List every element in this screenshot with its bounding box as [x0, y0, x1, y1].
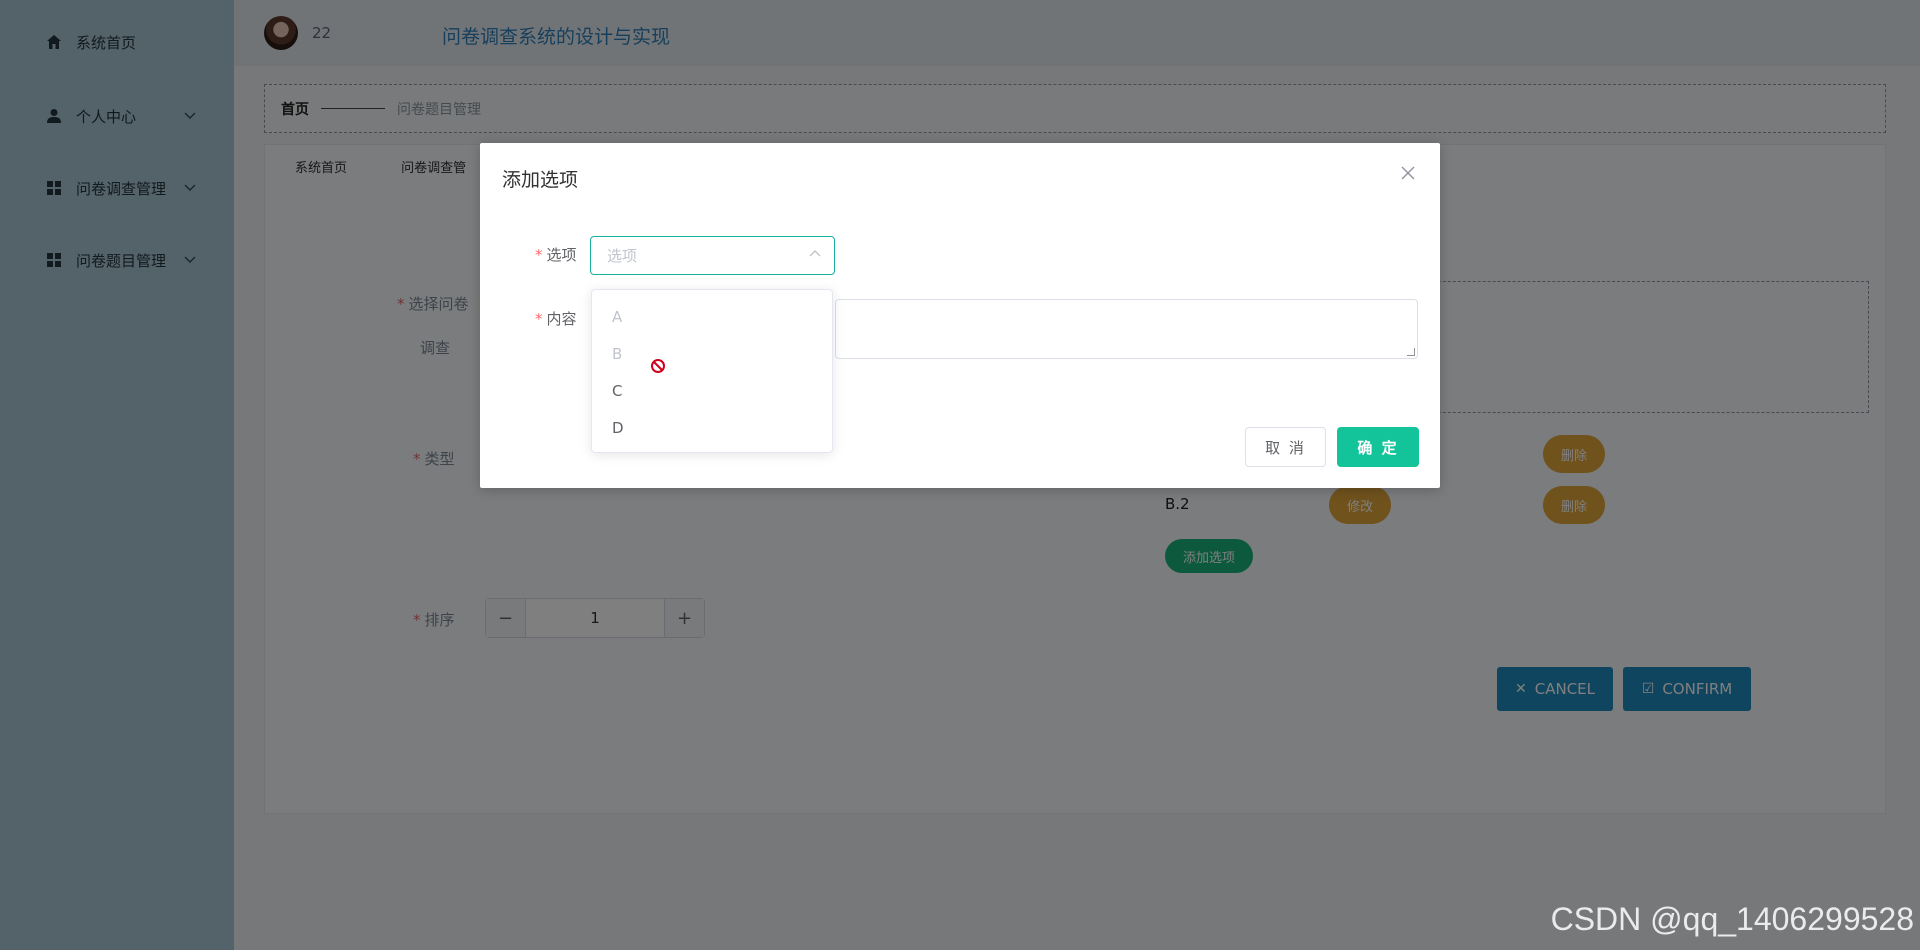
- option-label: * 选项: [535, 246, 577, 264]
- option-select[interactable]: 选项: [590, 236, 835, 275]
- dropdown-option-a: A: [612, 307, 623, 326]
- dialog-cancel-button[interactable]: 取 消: [1245, 427, 1326, 467]
- option-select-placeholder: 选项: [607, 247, 638, 265]
- close-icon[interactable]: [1398, 163, 1418, 183]
- option-dropdown: A B C D: [591, 289, 833, 453]
- chevron-up-icon: [808, 247, 822, 261]
- dialog-title: 添加选项: [502, 169, 579, 191]
- resize-handle[interactable]: [1407, 348, 1415, 356]
- dropdown-option-d[interactable]: D: [592, 409, 832, 446]
- not-allowed-cursor-icon: [650, 358, 666, 374]
- dropdown-option-c[interactable]: C: [592, 372, 832, 409]
- dropdown-option-b: B: [612, 344, 623, 363]
- content-label: * 内容: [535, 310, 577, 328]
- watermark: CSDN @qq_1406299528: [1550, 901, 1914, 937]
- dialog-confirm-button[interactable]: 确 定: [1337, 427, 1419, 467]
- content-textarea[interactable]: [835, 299, 1418, 359]
